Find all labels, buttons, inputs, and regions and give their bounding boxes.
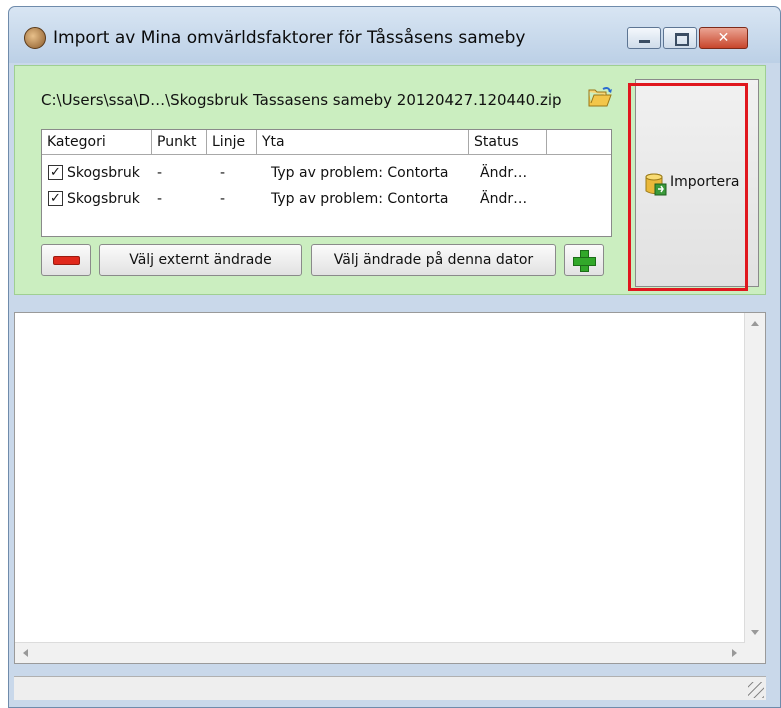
row-checkbox[interactable]: ✓ bbox=[48, 165, 63, 180]
close-icon: ✕ bbox=[717, 30, 730, 46]
title-bar[interactable]: Import av Mina omvärldsfaktorer för Tåss… bbox=[9, 7, 780, 63]
cell-linje: - bbox=[220, 191, 226, 207]
app-icon bbox=[24, 27, 46, 49]
maximize-button[interactable] bbox=[663, 27, 697, 49]
cell-punkt: - bbox=[157, 191, 163, 207]
remove-button[interactable] bbox=[41, 244, 91, 276]
minimize-button[interactable] bbox=[627, 27, 661, 49]
cell-yta: Typ av problem: Contorta bbox=[271, 165, 449, 181]
table-row[interactable]: ✓ Skogsbruk - - Typ av problem: Contorta… bbox=[42, 186, 611, 212]
cell-status: Ändr… bbox=[480, 165, 528, 181]
changes-table: Kategori Punkt Linje Yta Status ✓ Skogsb… bbox=[41, 129, 612, 237]
close-button[interactable]: ✕ bbox=[699, 27, 748, 49]
cell-yta: Typ av problem: Contorta bbox=[271, 191, 449, 207]
window-title: Import av Mina omvärldsfaktorer för Tåss… bbox=[53, 28, 526, 48]
cell-status: Ändr… bbox=[480, 191, 528, 207]
row-checkbox[interactable]: ✓ bbox=[48, 191, 63, 206]
add-button[interactable] bbox=[564, 244, 604, 276]
column-header-status[interactable]: Status bbox=[469, 130, 547, 154]
table-row[interactable]: ✓ Skogsbruk - - Typ av problem: Contorta… bbox=[42, 160, 611, 186]
cell-kategori: Skogsbruk bbox=[67, 165, 140, 181]
resize-grip-icon[interactable] bbox=[748, 682, 764, 698]
column-header-kategori[interactable]: Kategori bbox=[42, 130, 152, 154]
maximize-icon bbox=[675, 33, 689, 46]
folder-open-icon[interactable] bbox=[587, 86, 613, 108]
minus-icon bbox=[53, 256, 80, 265]
horizontal-scrollbar[interactable] bbox=[15, 642, 745, 663]
table-header: Kategori Punkt Linje Yta Status bbox=[42, 130, 611, 155]
status-bar bbox=[14, 676, 766, 700]
import-highlight-box bbox=[628, 83, 748, 291]
minimize-icon bbox=[639, 40, 650, 43]
scrollbar-corner bbox=[745, 643, 765, 663]
scroll-down-icon[interactable] bbox=[751, 630, 759, 635]
scroll-up-icon[interactable] bbox=[751, 321, 759, 326]
select-local-button[interactable]: Välj ändrade på denna dator bbox=[311, 244, 556, 276]
log-area[interactable] bbox=[14, 312, 766, 664]
cell-kategori: Skogsbruk bbox=[67, 191, 140, 207]
column-header-yta[interactable]: Yta bbox=[257, 130, 469, 154]
cell-linje: - bbox=[220, 165, 226, 181]
column-header-punkt[interactable]: Punkt bbox=[152, 130, 207, 154]
scroll-right-icon[interactable] bbox=[732, 649, 737, 657]
select-external-button[interactable]: Välj externt ändrade bbox=[99, 244, 302, 276]
vertical-scrollbar[interactable] bbox=[744, 313, 765, 643]
file-path: C:\Users\ssa\D…\Skogsbruk Tassasens same… bbox=[41, 91, 562, 109]
scroll-left-icon[interactable] bbox=[23, 649, 28, 657]
cell-punkt: - bbox=[157, 165, 163, 181]
column-header-linje[interactable]: Linje bbox=[207, 130, 257, 154]
